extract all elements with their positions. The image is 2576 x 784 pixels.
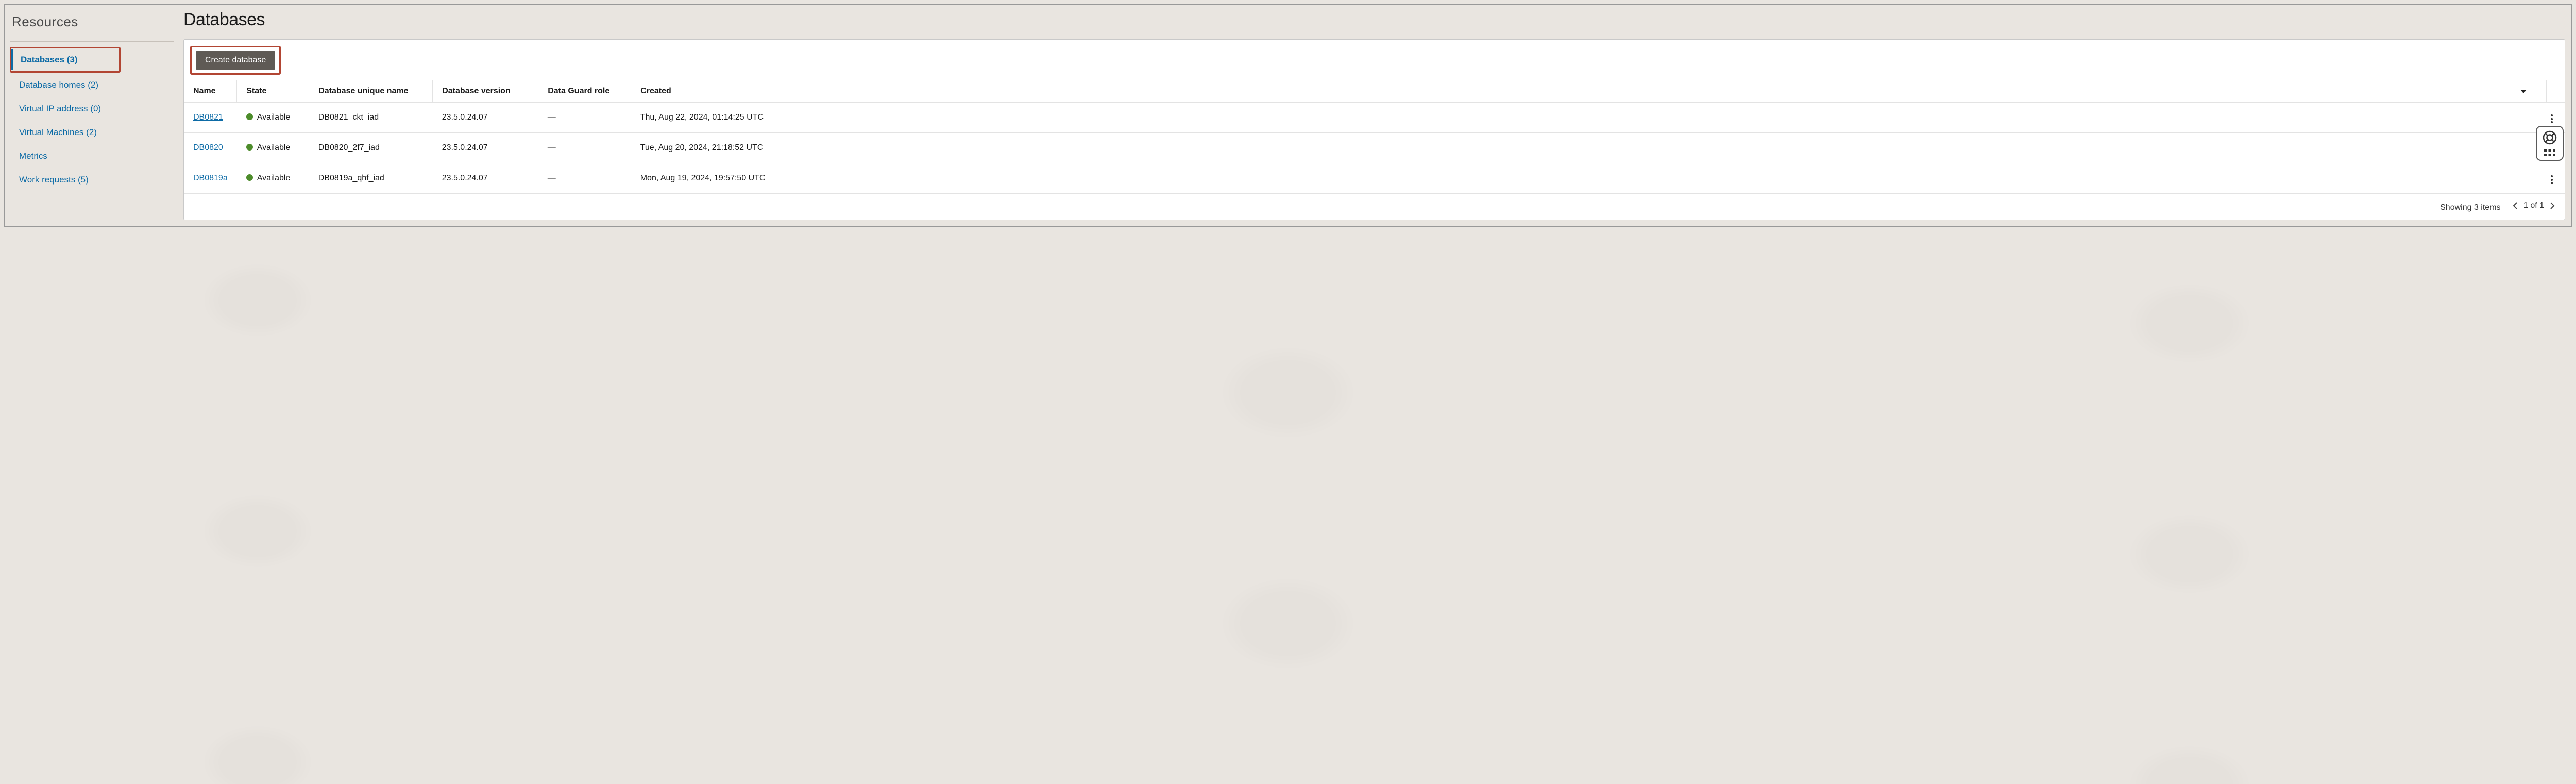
- db-name-link[interactable]: DB0821: [193, 113, 223, 122]
- table-header-row: Name State Database unique name Database…: [184, 80, 2565, 103]
- app-frame: Resources Databases (3) Database homes (…: [4, 4, 2572, 227]
- main-content: Databases Create database Name State Dat…: [177, 5, 2571, 226]
- created-cell: Mon, Aug 19, 2024, 19:57:50 UTC: [631, 163, 2546, 194]
- sidebar-item-work-requests[interactable]: Work requests (5): [10, 170, 174, 190]
- sidebar-item-database-homes[interactable]: Database homes (2): [10, 75, 174, 95]
- pager: 1 of 1: [2512, 201, 2555, 210]
- dg-role-cell: —: [538, 103, 631, 133]
- table-footer: Showing 3 items 1 of 1: [184, 194, 2565, 220]
- dg-role-cell: —: [538, 163, 631, 194]
- created-cell: Tue, Aug 20, 2024, 21:18:52 UTC: [631, 133, 2546, 163]
- row-actions-menu[interactable]: [2549, 173, 2555, 186]
- db-name-link[interactable]: DB0820: [193, 143, 223, 152]
- sidebar-item-virtual-machines[interactable]: Virtual Machines (2): [10, 122, 174, 143]
- create-database-button[interactable]: Create database: [196, 51, 275, 70]
- page-indicator: 1 of 1: [2523, 201, 2544, 210]
- state-cell: Available: [237, 133, 309, 163]
- page-next-icon[interactable]: [2549, 202, 2555, 210]
- create-database-highlight: Create database: [190, 46, 281, 75]
- sidebar-item-databases[interactable]: Databases (3): [11, 49, 83, 70]
- databases-panel: Create database Name State Database uniq…: [183, 39, 2565, 220]
- status-dot-icon: [246, 113, 253, 120]
- table-row: DB0821 Available DB0821_ckt_iad 23.5.0.2…: [184, 103, 2565, 133]
- unique-name-cell: DB0820_2f7_iad: [309, 133, 433, 163]
- sidebar-title: Resources: [10, 14, 174, 42]
- sidebar-item-databases-highlight: Databases (3): [10, 47, 121, 73]
- page-prev-icon[interactable]: [2512, 202, 2518, 210]
- sidebar-item-metrics[interactable]: Metrics: [10, 146, 174, 166]
- sidebar-list: Databases (3) Database homes (2) Virtual…: [10, 47, 174, 190]
- dg-role-cell: —: [538, 133, 631, 163]
- created-cell: Thu, Aug 22, 2024, 01:14:25 UTC: [631, 103, 2546, 133]
- help-widget[interactable]: [2536, 126, 2564, 161]
- col-header-dg-role[interactable]: Data Guard role: [538, 80, 631, 103]
- state-text: Available: [257, 143, 291, 152]
- life-ring-icon[interactable]: [2542, 130, 2557, 145]
- unique-name-cell: DB0819a_qhf_iad: [309, 163, 433, 194]
- state-cell: Available: [237, 103, 309, 133]
- col-header-unique-name[interactable]: Database unique name: [309, 80, 433, 103]
- col-header-actions: [2546, 80, 2565, 103]
- state-text: Available: [257, 174, 291, 182]
- page-title: Databases: [183, 10, 2565, 30]
- row-actions-menu[interactable]: [2549, 112, 2555, 125]
- databases-table: Name State Database unique name Database…: [184, 80, 2565, 220]
- col-header-state[interactable]: State: [237, 80, 309, 103]
- status-dot-icon: [246, 174, 253, 181]
- version-cell: 23.5.0.24.07: [433, 133, 538, 163]
- col-header-name[interactable]: Name: [184, 80, 237, 103]
- state-text: Available: [257, 113, 291, 122]
- sidebar: Resources Databases (3) Database homes (…: [5, 5, 177, 226]
- table-row: DB0819a Available DB0819a_qhf_iad 23.5.0…: [184, 163, 2565, 194]
- status-dot-icon: [246, 144, 253, 151]
- showing-text: Showing 3 items: [2440, 203, 2500, 212]
- sidebar-item-virtual-ip[interactable]: Virtual IP address (0): [10, 98, 174, 119]
- col-header-created[interactable]: Created: [631, 80, 2546, 103]
- col-header-created-label: Created: [640, 87, 671, 96]
- apps-grid-icon[interactable]: [2544, 148, 2556, 157]
- table-row: DB0820 Available DB0820_2f7_iad 23.5.0.2…: [184, 133, 2565, 163]
- sort-desc-icon[interactable]: [2520, 90, 2527, 93]
- version-cell: 23.5.0.24.07: [433, 163, 538, 194]
- toolbar: Create database: [184, 40, 2565, 80]
- col-header-version[interactable]: Database version: [433, 80, 538, 103]
- db-name-link[interactable]: DB0819a: [193, 174, 228, 182]
- version-cell: 23.5.0.24.07: [433, 103, 538, 133]
- unique-name-cell: DB0821_ckt_iad: [309, 103, 433, 133]
- state-cell: Available: [237, 163, 309, 194]
